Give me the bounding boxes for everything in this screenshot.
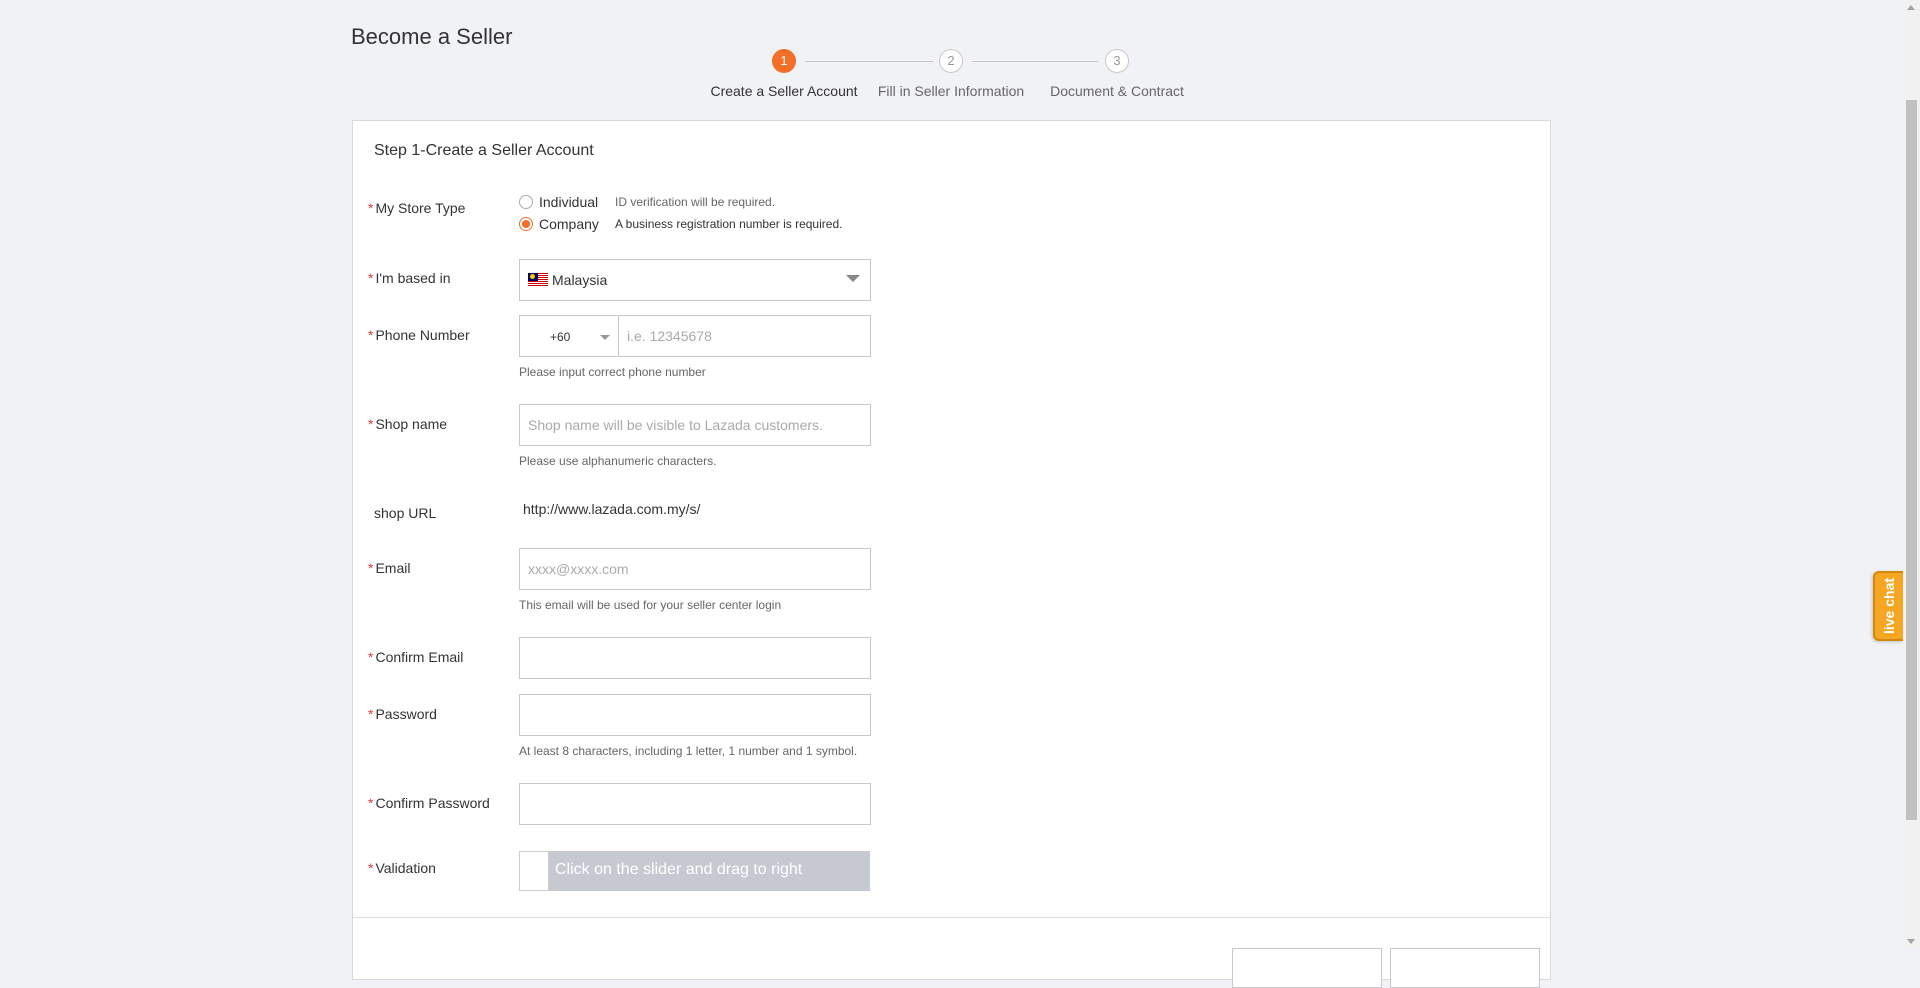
slider-handle[interactable] — [519, 851, 549, 891]
store-type-individual-option[interactable]: Individual ID verification will be requi… — [519, 193, 775, 211]
form-divider — [353, 917, 1550, 918]
shop-name-label: * Shop name — [368, 416, 448, 432]
back-button[interactable] — [1232, 948, 1382, 988]
step-connector — [805, 61, 933, 62]
phone-number-label: * Phone Number — [368, 327, 470, 343]
step-connector — [972, 61, 1098, 62]
required-mark: * — [368, 200, 374, 216]
dropdown-caret-icon — [846, 275, 860, 282]
step-2-label: Fill in Seller Information — [877, 83, 1025, 99]
seller-signup-form: Step 1-Create a Seller Account * My Store… — [352, 120, 1551, 988]
validation-label: * Validation — [368, 860, 436, 876]
scroll-up-arrow-icon[interactable] — [1907, 5, 1915, 10]
step-2-circle: 2 — [939, 49, 963, 73]
phone-hint: Please input correct phone number — [519, 365, 706, 379]
shop-name-input[interactable] — [520, 405, 870, 445]
chevron-down-icon — [600, 335, 610, 340]
shop-name-hint: Please use alphanumeric characters. — [519, 454, 717, 468]
live-chat-label: live chat — [1881, 577, 1897, 635]
step-3-circle: 3 — [1105, 49, 1129, 73]
country-code-value: +60 — [550, 330, 571, 344]
shop-name-field[interactable] — [519, 404, 871, 446]
country-code-select[interactable]: +60 — [519, 315, 619, 357]
phone-number-input[interactable] — [619, 316, 870, 356]
email-label: * Email — [368, 560, 411, 576]
malaysia-flag-icon — [528, 273, 548, 287]
company-radio-label[interactable]: Company — [539, 216, 615, 232]
email-hint: This email will be used for your seller … — [519, 598, 782, 612]
email-input[interactable] — [520, 549, 870, 589]
validation-slider-track[interactable]: Click on the slider and drag to right — [519, 851, 870, 891]
individual-hint: ID verification will be required. — [615, 195, 776, 209]
country-value: Malaysia — [552, 272, 608, 288]
password-hint: At least 8 characters, including 1 lette… — [519, 744, 858, 758]
store-type-company-option[interactable]: Company A business registration number i… — [519, 215, 842, 233]
live-chat-button[interactable]: live chat — [1873, 571, 1903, 641]
confirm-password-field[interactable] — [519, 783, 871, 825]
password-label: * Password — [368, 706, 437, 722]
shop-url-label: shop URL — [374, 505, 437, 521]
step-3-label: Document & Contract — [1050, 83, 1184, 99]
store-type-label: * My Store Type — [368, 200, 466, 216]
email-field[interactable] — [519, 548, 871, 590]
shop-url-value: http://www.lazada.com.my/s/ — [523, 501, 701, 517]
confirm-password-label: * Confirm Password — [368, 795, 490, 811]
individual-radio[interactable] — [519, 195, 533, 209]
scrollbar-thumb[interactable] — [1906, 100, 1917, 820]
step-1-label: Create a Seller Account — [710, 83, 858, 99]
page-scrollbar[interactable] — [1903, 0, 1920, 949]
company-radio[interactable] — [519, 217, 533, 231]
confirm-password-input[interactable] — [520, 784, 870, 824]
confirm-email-input[interactable] — [520, 638, 870, 678]
individual-radio-label[interactable]: Individual — [539, 194, 615, 210]
page-title: Become a Seller — [351, 24, 513, 49]
password-input[interactable] — [520, 695, 870, 735]
form-title: Step 1-Create a Seller Account — [374, 142, 594, 159]
confirm-email-field[interactable] — [519, 637, 871, 679]
country-select[interactable]: Malaysia — [519, 259, 871, 301]
step-1-circle: 1 — [772, 49, 796, 73]
company-hint: A business registration number is requir… — [615, 217, 843, 231]
based-in-label: * I'm based in — [368, 270, 451, 286]
password-field[interactable] — [519, 694, 871, 736]
scroll-down-arrow-icon[interactable] — [1907, 939, 1915, 944]
next-button[interactable] — [1390, 948, 1540, 988]
confirm-email-label: * Confirm Email — [368, 649, 464, 665]
slider-instruction: Click on the slider and drag to right — [555, 861, 803, 878]
phone-number-field[interactable] — [619, 315, 871, 357]
